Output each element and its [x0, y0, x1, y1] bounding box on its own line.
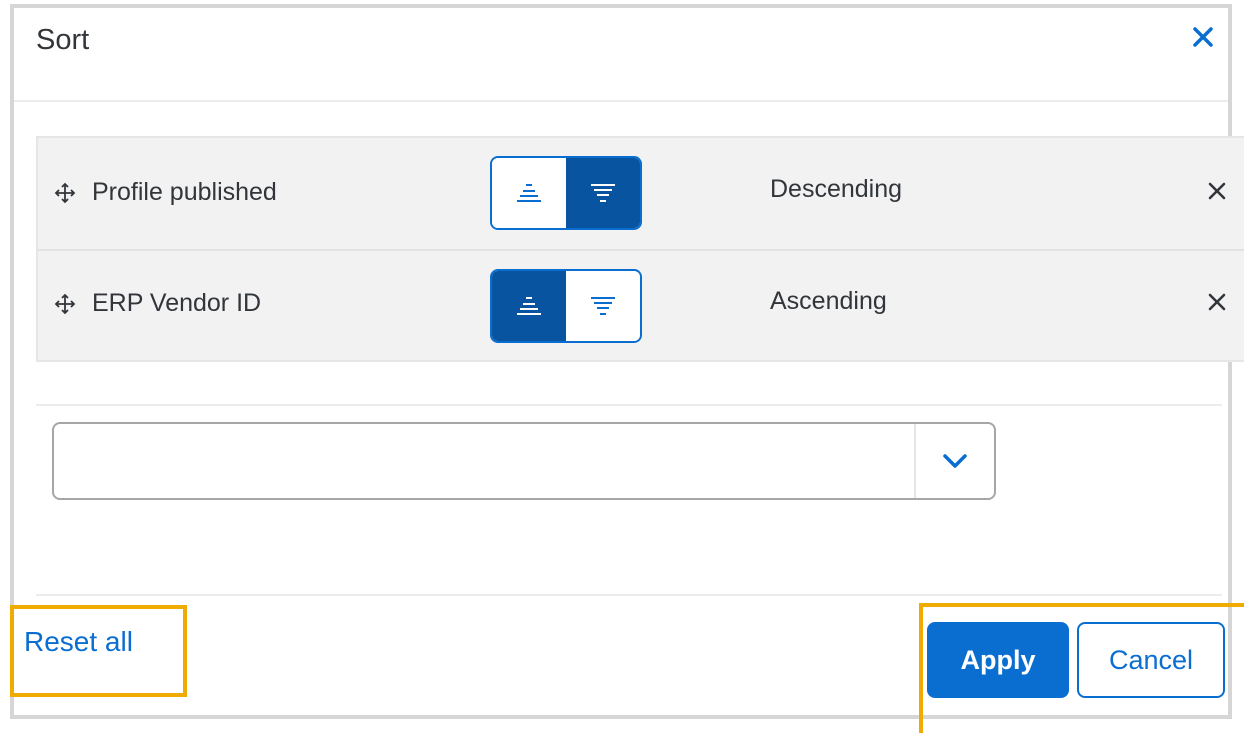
cancel-button[interactable]: Cancel [1077, 622, 1225, 698]
sort-items-list: Profile published Descending ERP Vendor … [36, 136, 1244, 362]
dialog-header: Sort [14, 8, 1228, 102]
dropdown-button[interactable] [914, 424, 994, 498]
reset-all-link[interactable]: Reset all [24, 626, 133, 658]
footer-divider [36, 594, 1222, 596]
sort-ascending-button[interactable] [492, 158, 566, 228]
sort-descending-icon [591, 184, 615, 202]
sort-ascending-icon [517, 184, 541, 202]
sort-descending-button[interactable] [566, 271, 640, 341]
sort-dialog: Sort Profile published Descending ERP Ve… [10, 4, 1244, 719]
sort-direction-toggle [490, 269, 642, 343]
sort-direction-toggle [490, 156, 642, 230]
close-icon[interactable] [1186, 20, 1220, 54]
add-sort-field-combobox[interactable] [52, 422, 996, 500]
divider [36, 404, 1222, 406]
sort-descending-icon [591, 297, 615, 315]
add-sort-field-input[interactable] [64, 432, 898, 490]
sort-descending-button[interactable] [566, 158, 640, 228]
chevron-down-icon [943, 454, 967, 468]
sort-item-label: Profile published [92, 178, 277, 206]
remove-icon[interactable] [1204, 289, 1230, 315]
sort-ascending-icon [517, 297, 541, 315]
apply-button[interactable]: Apply [927, 622, 1069, 698]
move-icon[interactable] [54, 182, 76, 204]
remove-icon[interactable] [1204, 178, 1230, 204]
dialog-title: Sort [36, 24, 90, 56]
sort-ascending-button[interactable] [492, 271, 566, 341]
sort-direction-text: Descending [770, 175, 903, 203]
sort-item-profile-published[interactable]: Profile published Descending [38, 138, 1244, 251]
move-icon[interactable] [54, 293, 76, 315]
sort-item-erp-vendor-id[interactable]: ERP Vendor ID Ascending [38, 251, 1244, 362]
sort-direction-text: Ascending [770, 287, 887, 315]
sort-item-label: ERP Vendor ID [92, 289, 262, 317]
